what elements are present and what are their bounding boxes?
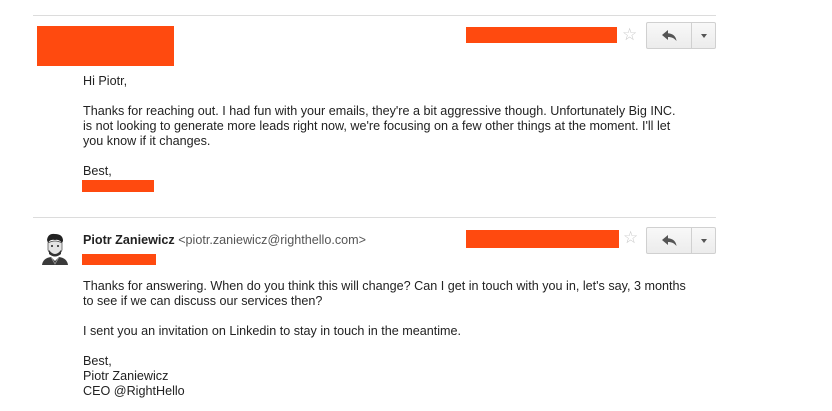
reply-button[interactable] [646, 22, 692, 49]
message-actions [646, 227, 716, 254]
sender-name[interactable]: Piotr Zaniewicz [83, 233, 175, 247]
sender-line: Piotr Zaniewicz <piotr.zaniewicz@righthe… [83, 233, 366, 247]
reply-icon [661, 235, 676, 246]
signature-line: Best, [83, 354, 112, 368]
body-line: to see if we can discuss our services th… [83, 294, 323, 308]
chevron-down-icon [700, 33, 707, 38]
greeting: Hi Piotr, [83, 74, 128, 88]
body-line: is not looking to generate more leads ri… [83, 119, 671, 133]
sender-email: <piotr.zaniewicz@righthello.com> [178, 233, 366, 247]
body-line: Thanks for answering. When do you think … [83, 279, 686, 293]
redacted-sender-name [37, 26, 174, 66]
body-line: Thanks for reaching out. I had fun with … [83, 104, 676, 118]
body-line: you know if it changes. [83, 134, 211, 148]
redacted-date [466, 230, 619, 248]
chevron-down-icon [700, 238, 707, 243]
signature-line: CEO @RightHello [83, 384, 185, 398]
reply-button[interactable] [646, 227, 692, 254]
reply-icon [661, 30, 676, 41]
body-line: I sent you an invitation on Linkedin to … [83, 324, 462, 338]
message-divider-top [33, 15, 716, 16]
redacted-date [466, 27, 617, 43]
signoff: Best, [83, 164, 112, 178]
star-outline-icon[interactable]: ☆ [623, 230, 638, 247]
star-outline-icon[interactable]: ☆ [622, 27, 637, 44]
message-body: Thanks for answering. When do you think … [83, 279, 723, 399]
redacted-signature [82, 180, 154, 192]
message-actions [646, 22, 716, 49]
avatar-icon [38, 231, 72, 265]
message-divider [33, 217, 716, 218]
more-options-button[interactable] [692, 22, 716, 49]
redacted-recipient [82, 254, 156, 265]
more-options-button[interactable] [692, 227, 716, 254]
signature-line: Piotr Zaniewicz [83, 369, 169, 383]
message-body: Hi Piotr, Thanks for reaching out. I had… [83, 74, 723, 179]
